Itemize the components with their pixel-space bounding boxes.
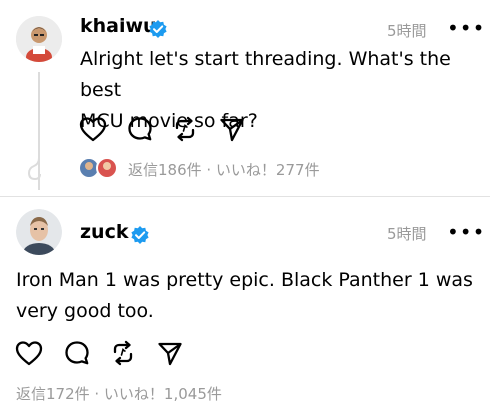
post-stats[interactable]: 返信172件 · いいね！1,045件 [16,383,222,404]
more-icon[interactable]: ••• [447,220,485,244]
thread-loop [27,150,41,181]
post-stats[interactable]: 返信186件 · いいね！277件 [128,159,320,180]
post-text: Iron Man 1 was pretty epic. Black Panthe… [16,265,473,327]
comment-bubble-icon[interactable] [64,340,90,366]
verified-badge-icon [131,226,149,244]
avatar[interactable] [16,16,62,62]
username[interactable]: zuck [80,221,128,243]
post-divider [0,196,490,197]
reply-avatar-group [78,157,118,179]
repost-icon[interactable] [172,116,198,142]
avatar-illustration [16,209,62,255]
heart-icon[interactable] [15,340,43,366]
post-text-line: Iron Man 1 was pretty epic. Black Panthe… [16,269,473,291]
post-text-line: very good too. [16,300,154,322]
repost-icon[interactable] [110,340,136,366]
heart-icon[interactable] [79,116,107,142]
post-time: 5時間 [387,225,427,243]
send-icon[interactable] [157,341,183,367]
reply-avatars[interactable] [78,156,120,180]
username[interactable]: khaiwu [80,15,157,37]
more-icon[interactable]: ••• [447,16,485,40]
send-icon[interactable] [219,117,245,143]
post-text-line: Alright let's start threading. What's th… [80,48,451,101]
verified-badge-icon [149,20,167,38]
avatar-illustration [16,16,62,62]
post-time: 5時間 [387,22,427,40]
avatar[interactable] [16,209,62,255]
comment-bubble-icon[interactable] [127,116,153,142]
